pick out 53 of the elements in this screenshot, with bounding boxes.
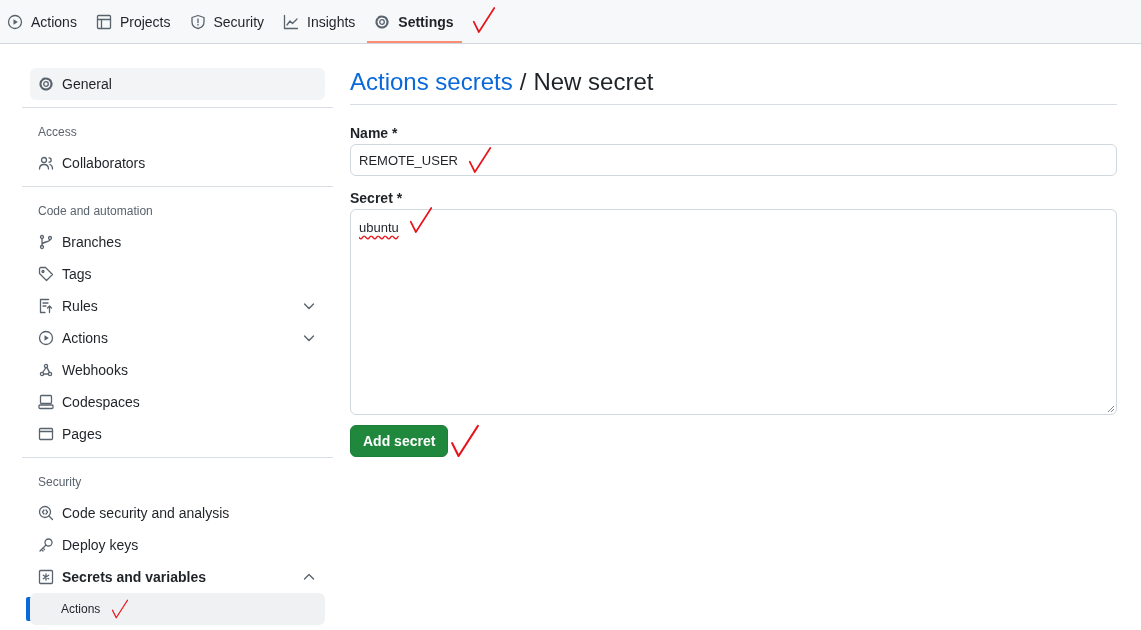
- code-search-icon: [38, 505, 54, 521]
- sidebar-section-heading: Security: [37, 474, 83, 491]
- branch-icon: [38, 234, 54, 250]
- play-circle-icon: [38, 330, 54, 346]
- annotation-check-icon: [467, 146, 492, 174]
- sidebar-item[interactable]: Actions: [30, 322, 325, 354]
- sidebar-item[interactable]: Tags: [30, 258, 325, 290]
- nav-tab[interactable]: Projects: [88, 0, 179, 43]
- sidebar-item[interactable]: Rules: [30, 290, 325, 322]
- sidebar-item[interactable]: Pages: [30, 418, 325, 450]
- add-secret-button[interactable]: Add secret: [350, 425, 449, 457]
- sidebar-section-heading: Code and automation: [37, 203, 154, 220]
- sidebar-item[interactable]: General: [30, 68, 325, 100]
- nav-tab[interactable]: Security: [182, 0, 273, 43]
- tag-icon: [38, 266, 54, 282]
- field-label: Secret *: [350, 190, 404, 206]
- field-label: Name *: [350, 125, 399, 141]
- sidebar-item[interactable]: Webhooks: [30, 354, 325, 386]
- key-icon: [38, 537, 54, 553]
- sidebar-item[interactable]: Collaborators: [30, 147, 325, 179]
- shield-icon: [189, 13, 206, 30]
- sidebar-item[interactable]: Deploy keys: [30, 529, 325, 561]
- monitor-icon: [38, 394, 54, 410]
- resize-grip-icon: [1107, 405, 1115, 413]
- field-value: REMOTE_USER: [359, 152, 458, 168]
- annotation-check-icon: [110, 599, 131, 619]
- annotation-check-icon: [408, 206, 433, 234]
- sidebar-item[interactable]: Code security and analysis: [30, 497, 325, 529]
- settings-icon: [38, 76, 54, 92]
- sidebar-item[interactable]: Branches: [30, 226, 325, 258]
- nav-tab[interactable]: Settings: [367, 0, 462, 43]
- field-value: ubuntu: [359, 220, 399, 235]
- asterisk-icon: [38, 569, 54, 585]
- play-circle-icon: [7, 13, 23, 30]
- people-icon: [38, 155, 54, 171]
- breadcrumb-separator: /: [519, 68, 527, 96]
- graph-icon: [283, 13, 300, 30]
- settings-icon: [374, 13, 391, 30]
- annotation-check-icon: [450, 423, 481, 459]
- sidebar-section-heading: Access: [37, 124, 78, 141]
- page-title: New secret: [533, 68, 654, 96]
- name-input-field[interactable]: REMOTE_USER: [350, 144, 1117, 176]
- sidebar-item[interactable]: Codespaces: [30, 386, 325, 418]
- nav-tab[interactable]: Insights: [276, 0, 364, 43]
- nav-tab[interactable]: Actions: [0, 0, 85, 43]
- breadcrumb-link[interactable]: Actions secrets: [350, 68, 513, 96]
- secret-textarea[interactable]: ubuntu: [350, 209, 1117, 415]
- table-icon: [95, 13, 112, 30]
- sidebar-item[interactable]: Secrets and variables: [30, 561, 325, 593]
- browser-window-icon: [38, 426, 54, 442]
- annotation-check-icon: [471, 6, 496, 34]
- document-arrow-icon: [38, 298, 54, 314]
- webhook-icon: [38, 362, 54, 378]
